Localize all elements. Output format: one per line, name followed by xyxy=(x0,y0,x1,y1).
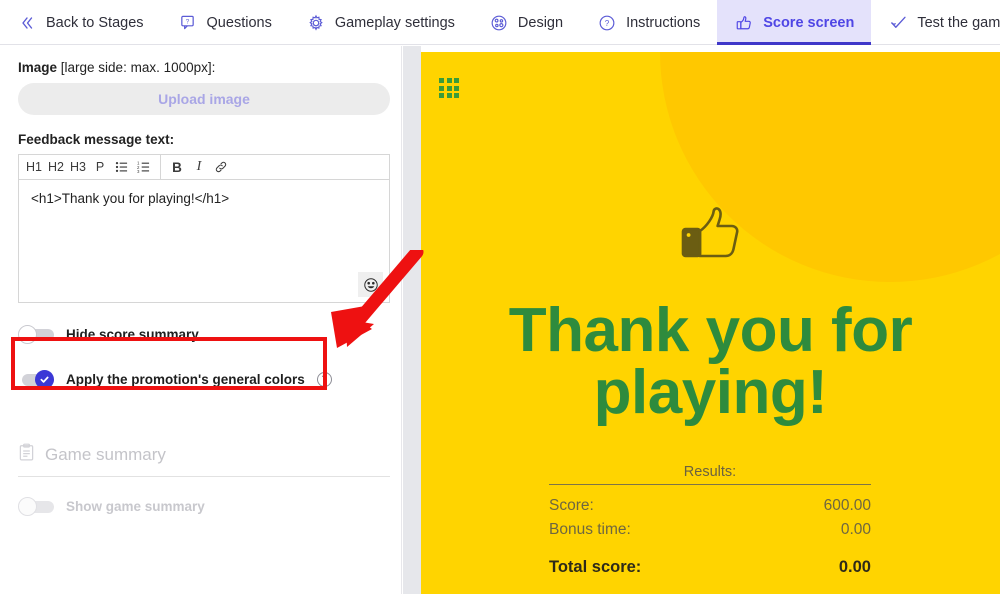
heading1-button[interactable]: H1 xyxy=(23,156,45,179)
apply-promotion-colors-toggle[interactable] xyxy=(18,370,54,389)
svg-text:?: ? xyxy=(186,18,190,25)
tab-label: Questions xyxy=(206,14,272,31)
check-icon xyxy=(40,376,49,383)
preview-title: Thank you for playing! xyxy=(508,296,913,427)
editor-panel: Image [large side: max. 1000px]: Upload … xyxy=(0,46,402,594)
image-field-label: Image [large side: max. 1000px]: xyxy=(18,60,390,75)
emoji-picker-icon[interactable] xyxy=(358,272,383,297)
heading3-button[interactable]: H3 xyxy=(67,156,89,179)
editor-content-area[interactable]: <h1>Thank you for playing!</h1> xyxy=(19,180,389,302)
bold-button[interactable]: B xyxy=(166,156,188,179)
feedback-message-label: Feedback message text: xyxy=(18,132,175,147)
chevrons-left-icon xyxy=(17,13,37,33)
rich-text-editor: H1 H2 H3 P 123 B I <h1>Thank you for pla… xyxy=(18,154,390,303)
palette-icon xyxy=(489,13,509,33)
hide-score-summary-label: Hide score summary xyxy=(66,327,199,342)
preview-thumb-wrap xyxy=(421,207,1000,270)
result-value: 600.00 xyxy=(823,497,871,514)
tab-gameplay-settings[interactable]: Gameplay settings xyxy=(289,0,472,45)
tab-label: Score screen xyxy=(763,14,855,31)
results-summary: Results: Score: 600.00 Bonus time: 0.00 … xyxy=(549,464,871,581)
show-game-summary-toggle[interactable] xyxy=(18,497,54,516)
question-circle-icon: ? xyxy=(597,13,617,33)
question-bubble-icon: ? xyxy=(178,13,198,33)
thumbs-up-icon xyxy=(734,13,754,33)
tab-label: Instructions xyxy=(626,14,701,31)
result-value: 0.00 xyxy=(838,558,871,577)
panel-gutter xyxy=(403,46,421,594)
image-label-strong: Image xyxy=(18,60,58,75)
tab-questions[interactable]: ? Questions xyxy=(161,0,289,45)
heading2-button[interactable]: H2 xyxy=(45,156,67,179)
apply-promotion-colors-row: Apply the promotion's general colors ? xyxy=(18,370,390,389)
result-row-score: Score: 600.00 xyxy=(549,494,871,518)
toggle-knob xyxy=(18,325,37,344)
score-screen-preview: Thank you for playing! Results: Score: 6… xyxy=(421,52,1000,594)
game-summary-input[interactable]: Game summary xyxy=(18,443,390,477)
result-label: Total score: xyxy=(549,558,642,577)
svg-text:?: ? xyxy=(605,19,610,28)
toolbar-divider xyxy=(160,155,161,179)
paragraph-button[interactable]: P xyxy=(89,156,111,179)
link-icon[interactable] xyxy=(210,156,232,179)
show-game-summary-row: Show game summary xyxy=(18,497,390,516)
tab-label: Back to Stages xyxy=(46,14,144,31)
tab-test-the-game[interactable]: Test the game xyxy=(871,0,1000,45)
hide-score-summary-toggle[interactable] xyxy=(18,325,54,344)
tab-label: Test the game xyxy=(917,14,1000,31)
toggle-knob xyxy=(18,497,37,516)
results-divider xyxy=(549,484,871,485)
toggle-knob xyxy=(35,370,54,389)
result-label: Score: xyxy=(549,497,594,514)
grid-menu-icon[interactable] xyxy=(439,78,459,98)
bulleted-list-icon[interactable] xyxy=(111,156,133,179)
upload-image-button[interactable]: Upload image xyxy=(18,83,390,115)
score-screen-editor: Back to Stages ? Questions Gameplay sett… xyxy=(0,0,1000,594)
apply-promotion-colors-label: Apply the promotion's general colors xyxy=(66,372,305,387)
numbered-list-icon[interactable]: 123 xyxy=(133,156,155,179)
clipboard-icon xyxy=(18,443,35,467)
tab-label: Gameplay settings xyxy=(334,14,455,31)
tab-design[interactable]: Design xyxy=(472,0,580,45)
results-title: Results: xyxy=(683,464,737,480)
result-row-bonus-time: Bonus time: 0.00 xyxy=(549,518,871,542)
hide-score-summary-row: Hide score summary xyxy=(18,325,390,344)
result-row-total: Total score: 0.00 xyxy=(549,555,871,581)
thumbs-up-icon xyxy=(680,207,742,270)
tab-label: Design xyxy=(517,14,564,31)
tab-instructions[interactable]: ? Instructions xyxy=(580,0,717,45)
result-value: 0.00 xyxy=(840,521,871,539)
show-game-summary-label: Show game summary xyxy=(66,499,205,514)
svg-text:3: 3 xyxy=(137,169,140,174)
gear-icon xyxy=(306,13,326,33)
tab-score-screen[interactable]: Score screen xyxy=(717,0,872,45)
result-label: Bonus time: xyxy=(549,521,631,539)
game-summary-placeholder: Game summary xyxy=(45,445,166,464)
editor-content-text: <h1>Thank you for playing!</h1> xyxy=(31,191,230,206)
image-label-hint: [large side: max. 1000px]: xyxy=(57,60,216,75)
editor-toolbar: H1 H2 H3 P 123 B I xyxy=(19,155,389,180)
help-question-icon[interactable]: ? xyxy=(316,372,332,387)
italic-button[interactable]: I xyxy=(188,156,210,179)
tab-back-to-stages[interactable]: Back to Stages xyxy=(0,0,161,45)
top-tab-bar: Back to Stages ? Questions Gameplay sett… xyxy=(0,0,1000,45)
check-wave-icon xyxy=(888,13,908,33)
